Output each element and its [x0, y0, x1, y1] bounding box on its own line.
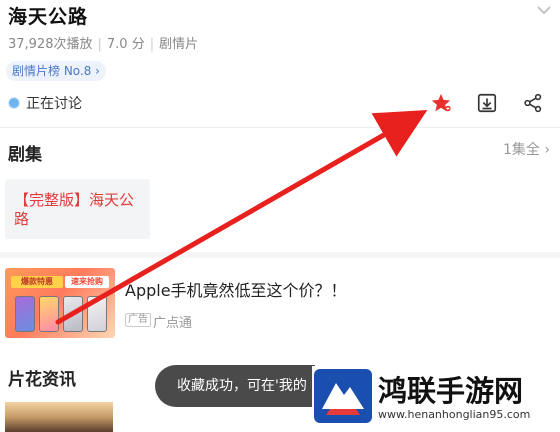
genre-label: 剧情片	[159, 37, 199, 52]
phone-image	[87, 296, 107, 332]
toast-message: 收藏成功，可在'我的	[155, 365, 315, 407]
watermark-text: 鸿联手游网	[378, 374, 524, 408]
download-icon[interactable]	[476, 92, 498, 114]
video-meta: 37,928次播放 | 7.0 分 | 剧情片	[8, 37, 199, 52]
star-icon[interactable]	[430, 92, 452, 114]
ad-banner-b: 速来抢购	[65, 276, 109, 288]
episode-card[interactable]: 【完整版】海天公路	[5, 179, 150, 239]
phone-image	[15, 296, 35, 332]
discussion-link[interactable]: 正在讨论	[8, 93, 82, 113]
play-count: 37,928次播放	[8, 37, 93, 52]
share-icon[interactable]	[522, 92, 544, 114]
discussion-icon	[8, 97, 20, 109]
episodes-section-title: 剧集	[8, 145, 42, 165]
discussion-label: 正在讨论	[26, 96, 82, 112]
section-spacer	[0, 252, 560, 258]
ad-thumbnail[interactable]: 爆款特惠 速来抢购	[5, 268, 115, 338]
divider	[0, 127, 560, 128]
video-title: 海天公路	[8, 6, 89, 28]
episodes-more-link[interactable]: 1集全 ›	[503, 139, 550, 159]
phone-image	[63, 296, 83, 332]
watermark-logo-icon	[314, 369, 372, 423]
news-section-title: 片花资讯	[8, 370, 76, 390]
watermark: 鸿联手游网 www.henanhonglian95.com	[312, 366, 558, 426]
phone-image	[39, 296, 59, 332]
ad-source: 广点通	[153, 316, 193, 331]
ad-title[interactable]: Apple手机竟然低至这个价？！	[125, 277, 347, 301]
ad-tag: 广告	[125, 313, 151, 327]
episode-label: 【完整版】海天公路	[14, 191, 135, 228]
rank-chip[interactable]: 剧情片榜 No.8 ›	[6, 61, 106, 81]
watermark-url: www.henanhonglian95.com	[378, 408, 531, 421]
rating-score: 7.0 分	[106, 37, 145, 52]
news-thumbnail[interactable]	[5, 402, 113, 432]
ad-banner-a: 爆款特惠	[11, 276, 63, 288]
chevron-down-icon[interactable]	[536, 4, 552, 16]
